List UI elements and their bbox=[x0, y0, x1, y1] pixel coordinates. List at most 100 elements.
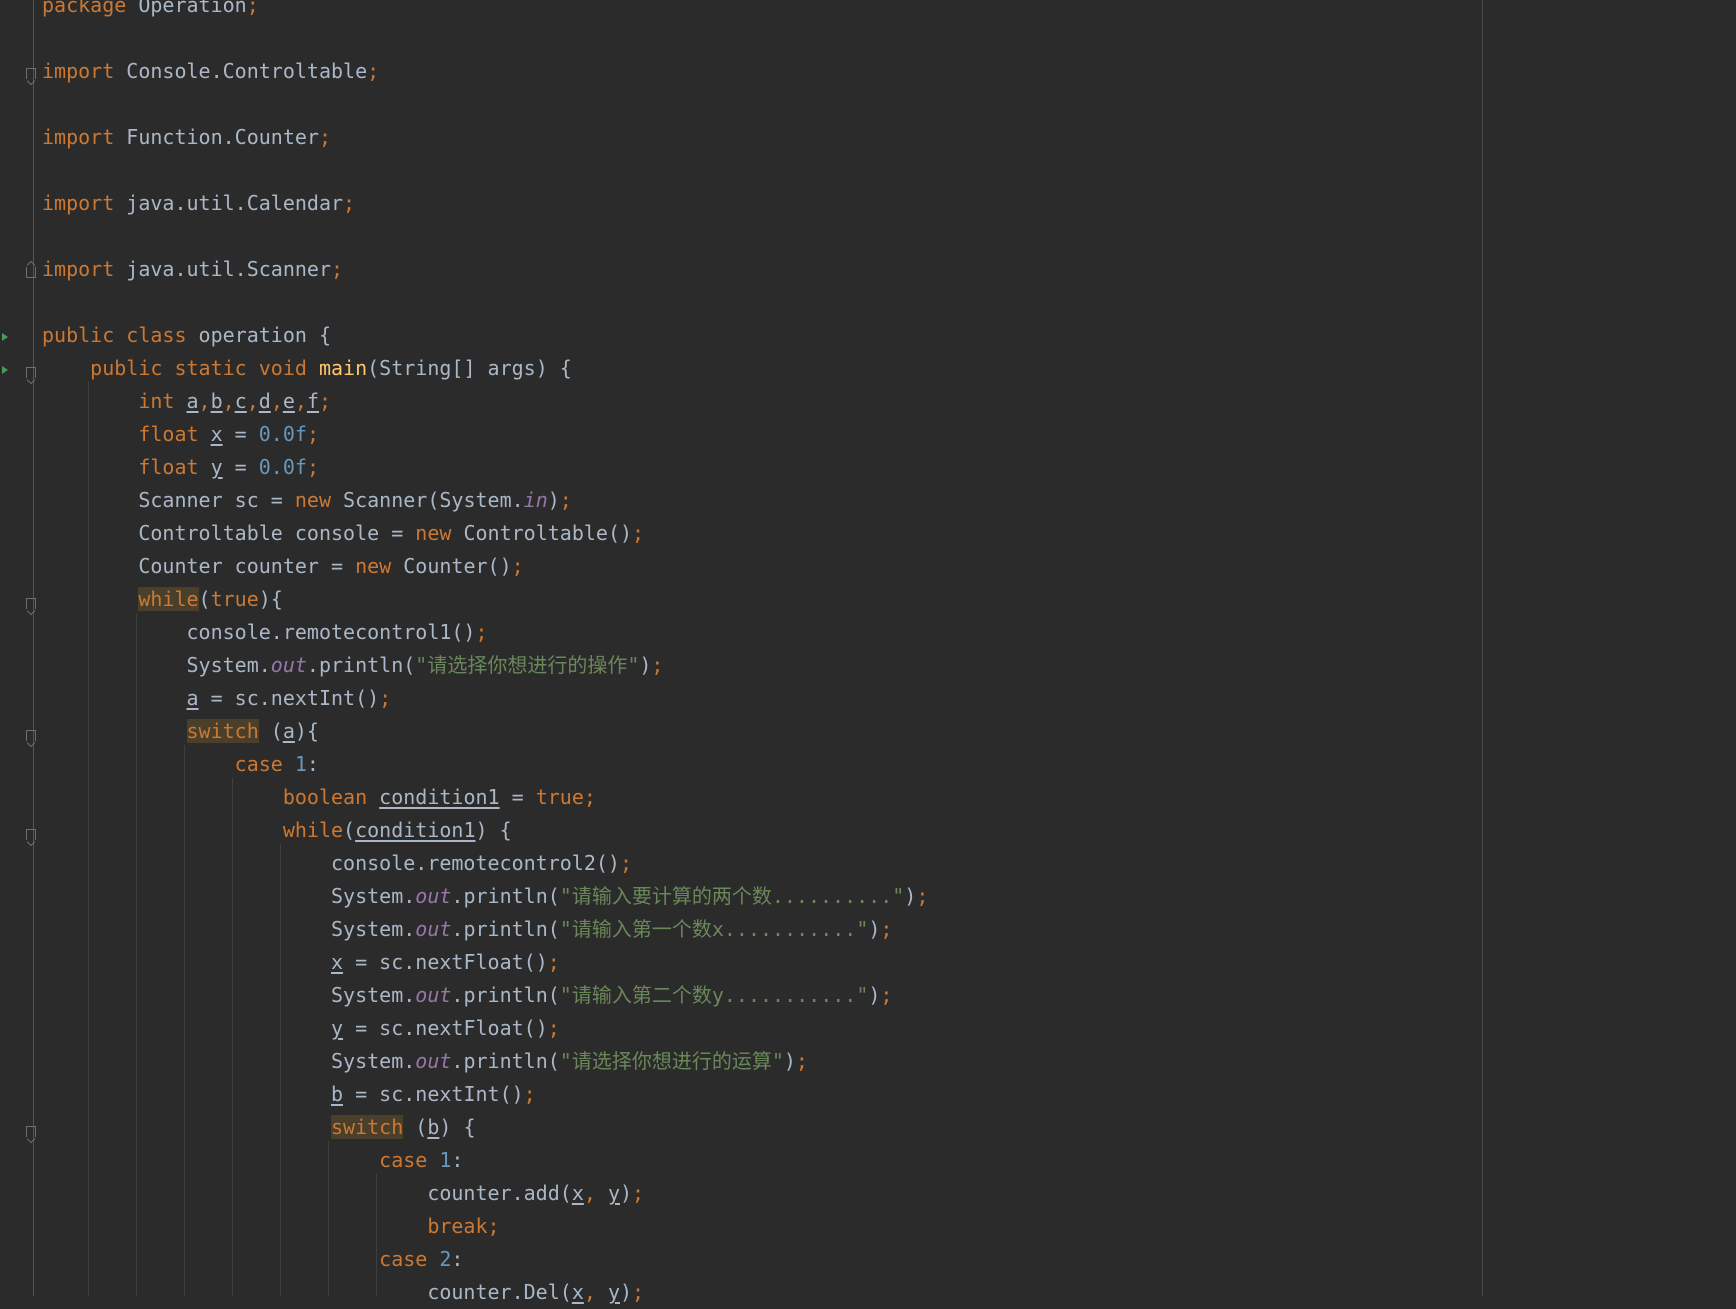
code-token: ( bbox=[343, 818, 356, 842]
code-line[interactable]: while(true){ bbox=[42, 583, 1736, 616]
code-line[interactable]: switch (b) { bbox=[42, 1111, 1736, 1144]
code-line[interactable]: y = sc.nextFloat(); bbox=[42, 1012, 1736, 1045]
code-token: f bbox=[306, 389, 320, 413]
code-token: import bbox=[42, 257, 115, 281]
code-line[interactable]: int a,b,c,d,e,f; bbox=[42, 385, 1736, 418]
code-line[interactable] bbox=[42, 88, 1736, 121]
code-line[interactable]: x = sc.nextFloat(); bbox=[42, 946, 1736, 979]
code-token: float bbox=[138, 455, 199, 479]
code-token: while bbox=[138, 587, 199, 611]
code-line[interactable]: Counter counter = new Counter(); bbox=[42, 550, 1736, 583]
code-token: ) { bbox=[439, 1115, 476, 1139]
code-token: switch bbox=[186, 719, 259, 743]
code-token: Scanner sc = bbox=[42, 488, 295, 512]
code-line[interactable]: counter.Del(x, y); bbox=[42, 1276, 1736, 1309]
code-token: out bbox=[415, 1049, 452, 1073]
code-token: case bbox=[379, 1148, 428, 1172]
code-token: .println( bbox=[306, 653, 416, 677]
code-token: .println( bbox=[451, 983, 560, 1007]
code-line[interactable]: public class operation { bbox=[42, 319, 1736, 352]
run-class-icon[interactable] bbox=[2, 333, 8, 341]
code-token: Controltable console = bbox=[42, 521, 416, 545]
code-line[interactable]: package Operation; bbox=[42, 0, 1736, 22]
editor-gutter[interactable] bbox=[0, 0, 40, 1296]
code-token: in bbox=[523, 488, 548, 512]
code-token: ; bbox=[632, 1280, 645, 1304]
code-token: ){ bbox=[258, 587, 283, 611]
code-line[interactable] bbox=[42, 220, 1736, 253]
code-token: = sc.nextFloat() bbox=[343, 1016, 548, 1040]
code-line[interactable]: import java.util.Calendar; bbox=[42, 187, 1736, 220]
code-token: b bbox=[427, 1115, 440, 1139]
code-line[interactable] bbox=[42, 154, 1736, 187]
code-token: y bbox=[330, 1016, 344, 1040]
code-line[interactable]: case 1: bbox=[42, 748, 1736, 781]
code-token: float bbox=[138, 422, 199, 446]
code-line[interactable]: while(condition1) { bbox=[42, 814, 1736, 847]
code-token: ) bbox=[868, 917, 881, 941]
code-line[interactable]: counter.add(x, y); bbox=[42, 1177, 1736, 1210]
code-token: ; bbox=[379, 686, 392, 710]
code-token: break bbox=[427, 1214, 488, 1238]
code-line[interactable]: case 2: bbox=[42, 1243, 1736, 1276]
fold-imports-icon[interactable] bbox=[26, 68, 36, 79]
code-line[interactable]: console.remotecontrol2(); bbox=[42, 847, 1736, 880]
code-token: ; bbox=[487, 1214, 500, 1238]
code-token: b bbox=[210, 389, 223, 413]
code-line[interactable]: console.remotecontrol1(); bbox=[42, 616, 1736, 649]
code-token: .println( bbox=[451, 1049, 560, 1073]
code-line[interactable]: boolean condition1 = true; bbox=[42, 781, 1736, 814]
code-token: "请选择你想进行的操作" bbox=[415, 653, 640, 677]
fold-main-icon[interactable] bbox=[26, 367, 36, 378]
code-token: d bbox=[258, 389, 271, 413]
code-editor[interactable]: package Operation; import Console.Contro… bbox=[42, 0, 1736, 1309]
code-line[interactable]: import Console.Controltable; bbox=[42, 55, 1736, 88]
run-main-icon[interactable] bbox=[2, 366, 8, 374]
code-token: out bbox=[270, 653, 307, 677]
code-token: ; bbox=[583, 785, 596, 809]
fold-switch-b-icon[interactable] bbox=[26, 1126, 36, 1137]
fold-switch-icon[interactable] bbox=[26, 730, 36, 741]
code-line[interactable]: break; bbox=[42, 1210, 1736, 1243]
code-line[interactable]: public static void main(String[] args) { bbox=[42, 352, 1736, 385]
code-line[interactable]: System.out.println("请选择你想进行的运算"); bbox=[42, 1045, 1736, 1078]
code-line[interactable]: float x = 0.0f; bbox=[42, 418, 1736, 451]
code-token: , bbox=[198, 389, 211, 413]
code-line[interactable]: import java.util.Scanner; bbox=[42, 253, 1736, 286]
code-token: counter.add( bbox=[42, 1181, 572, 1205]
code-token: , bbox=[583, 1181, 608, 1205]
code-token: x bbox=[210, 422, 223, 446]
code-token: int bbox=[138, 389, 175, 413]
code-line[interactable]: float y = 0.0f; bbox=[42, 451, 1736, 484]
code-line[interactable] bbox=[42, 22, 1736, 55]
code-line[interactable] bbox=[42, 286, 1736, 319]
fold-imports-end-icon[interactable] bbox=[26, 267, 36, 278]
code-line[interactable]: System.out.println("请输入第二个数y..........."… bbox=[42, 979, 1736, 1012]
code-token: : bbox=[451, 1148, 464, 1172]
code-line[interactable]: b = sc.nextInt(); bbox=[42, 1078, 1736, 1111]
code-token: System. bbox=[42, 653, 271, 677]
code-token: out bbox=[415, 884, 452, 908]
code-token: ( bbox=[258, 719, 283, 743]
code-line[interactable]: Controltable console = new Controltable(… bbox=[42, 517, 1736, 550]
code-line[interactable]: System.out.println("请输入第一个数x..........."… bbox=[42, 913, 1736, 946]
code-token: console.remotecontrol1() bbox=[42, 620, 476, 644]
code-token: 1 bbox=[294, 752, 307, 776]
code-line[interactable]: case 1: bbox=[42, 1144, 1736, 1177]
code-line[interactable]: System.out.println("请选择你想进行的操作"); bbox=[42, 649, 1736, 682]
code-token: 2 bbox=[439, 1247, 452, 1271]
code-token: while bbox=[282, 818, 344, 842]
code-line[interactable]: a = sc.nextInt(); bbox=[42, 682, 1736, 715]
code-line[interactable]: Scanner sc = new Scanner(System.in); bbox=[42, 484, 1736, 517]
fold-while-icon[interactable] bbox=[26, 598, 36, 609]
code-line[interactable]: System.out.println("请输入要计算的两个数..........… bbox=[42, 880, 1736, 913]
code-line[interactable]: import Function.Counter; bbox=[42, 121, 1736, 154]
code-token: 0.0f bbox=[258, 422, 307, 446]
code-line[interactable]: switch (a){ bbox=[42, 715, 1736, 748]
fold-while-condition-icon[interactable] bbox=[26, 829, 36, 840]
code-token: ; bbox=[880, 983, 893, 1007]
